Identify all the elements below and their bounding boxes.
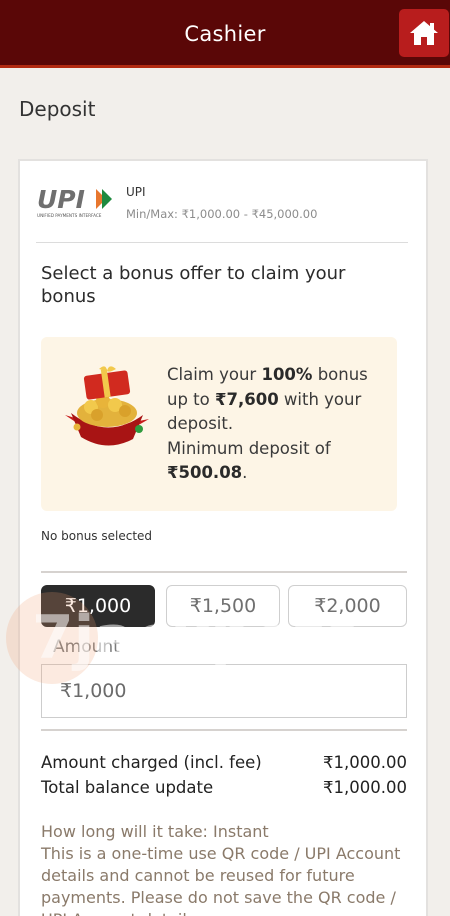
bonus-min-deposit: ₹500.08	[167, 463, 243, 482]
amount-label: Amount	[53, 637, 120, 657]
upi-logo-text: UPI	[37, 185, 85, 214]
home-icon	[410, 21, 438, 45]
treasure-chest-icon	[65, 366, 149, 446]
bonus-max-amount: ₹7,600	[215, 389, 279, 409]
bonus-offer-card[interactable]: Claim your 100% bonus up to ₹7,600 with …	[41, 337, 397, 511]
amount-chip-1000[interactable]: ₹1,000	[41, 585, 155, 627]
bonus-percent: 100%	[261, 365, 313, 384]
amount-chip-2000[interactable]: ₹2,000	[288, 585, 407, 627]
divider	[41, 571, 407, 573]
bonus-offer-text: Claim your 100% bonus up to ₹7,600 with …	[167, 365, 368, 482]
balance-update-row: Total balance update ₹1,000.00	[41, 778, 407, 797]
header: Cashier	[0, 0, 450, 68]
page-title: Deposit	[19, 97, 96, 121]
deposit-info: How long will it take: Instant This is a…	[41, 821, 411, 916]
amount-input[interactable]	[41, 664, 407, 718]
upi-logo-subtext: UNIFIED PAYMENTS INTERFACE	[37, 213, 102, 218]
bonus-status: No bonus selected	[41, 529, 153, 543]
payment-method-name: UPI	[126, 185, 146, 199]
payment-method-row[interactable]: UPI UNIFIED PAYMENTS INTERFACE UPI Min/M…	[36, 181, 408, 243]
divider	[41, 729, 407, 731]
deposit-card: UPI UNIFIED PAYMENTS INTERFACE UPI Min/M…	[18, 159, 428, 916]
bonus-heading: Select a bonus offer to claim your bonus	[41, 263, 346, 307]
amount-chip-1500[interactable]: ₹1,500	[166, 585, 280, 627]
amount-charged-row: Amount charged (incl. fee) ₹1,000.00	[41, 753, 407, 772]
header-title: Cashier	[184, 22, 266, 46]
payment-method-limits: Min/Max: ₹1,000.00 - ₹45,000.00	[126, 207, 318, 221]
amount-charged-label: Amount charged (incl. fee)	[41, 753, 262, 772]
balance-update-label: Total balance update	[41, 778, 214, 797]
balance-update-value: ₹1,000.00	[323, 778, 407, 797]
deposit-note-text: This is a one-time use QR code / UPI Acc…	[41, 844, 401, 916]
deposit-time-text: How long will it take: Instant	[41, 822, 269, 841]
home-button[interactable]	[399, 9, 449, 57]
upi-logo: UPI UNIFIED PAYMENTS INTERFACE	[37, 185, 112, 218]
amount-charged-value: ₹1,000.00	[323, 753, 407, 772]
